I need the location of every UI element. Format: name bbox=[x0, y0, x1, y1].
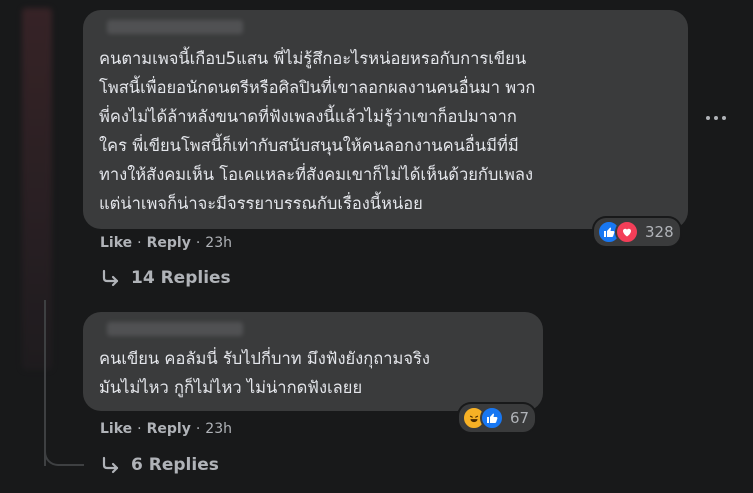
avatar[interactable] bbox=[22, 8, 52, 370]
reply-arrow-icon bbox=[102, 269, 119, 287]
reply-button[interactable]: Reply bbox=[147, 421, 191, 437]
separator: · bbox=[137, 235, 142, 251]
replies-count-label: 6 Replies bbox=[131, 455, 219, 475]
comment-actions: Like · Reply · 23h bbox=[100, 235, 232, 251]
like-button[interactable]: Like bbox=[100, 235, 132, 251]
comment-text: คนตามเพจนี้เกือบ5แสน พี่ไม่รู้สึกอะไรหน่… bbox=[99, 49, 536, 213]
commenter-name-redacted[interactable] bbox=[107, 20, 243, 34]
separator: · bbox=[137, 421, 142, 437]
separator: · bbox=[195, 235, 201, 251]
love-icon bbox=[615, 220, 639, 244]
timestamp[interactable]: 23h bbox=[205, 235, 232, 251]
reaction-count: 328 bbox=[645, 223, 674, 241]
separator: · bbox=[195, 421, 201, 437]
reaction-summary[interactable]: 328 bbox=[594, 218, 680, 246]
more-options-button[interactable] bbox=[704, 108, 728, 128]
view-replies-link[interactable]: 6 Replies bbox=[101, 455, 219, 475]
comment-bubble: คนตามเพจนี้เกือบ5แสน พี่ไม่รู้สึกอะไรหน่… bbox=[83, 10, 688, 229]
reply-arrow-icon bbox=[102, 456, 119, 474]
reaction-count: 67 bbox=[510, 409, 530, 427]
reaction-summary[interactable]: 67 bbox=[459, 404, 536, 432]
replies-count-label: 14 Replies bbox=[131, 268, 231, 288]
commenter-name-redacted[interactable] bbox=[107, 322, 243, 336]
more-options-icon bbox=[706, 116, 710, 120]
view-replies-link[interactable]: 14 Replies bbox=[101, 268, 231, 288]
comment-actions: Like · Reply · 23h bbox=[100, 421, 232, 437]
like-icon bbox=[480, 406, 504, 430]
timestamp[interactable]: 23h bbox=[205, 421, 232, 437]
reply-button[interactable]: Reply bbox=[147, 235, 191, 251]
comment-text: คนเขียน คอลัมนี่ รับไปกี่บาท มึงฟังยังกุ… bbox=[99, 349, 430, 397]
like-button[interactable]: Like bbox=[100, 421, 132, 437]
comment-bubble: คนเขียน คอลัมนี่ รับไปกี่บาท มึงฟังยังกุ… bbox=[83, 312, 543, 411]
thread-connector bbox=[44, 438, 84, 466]
